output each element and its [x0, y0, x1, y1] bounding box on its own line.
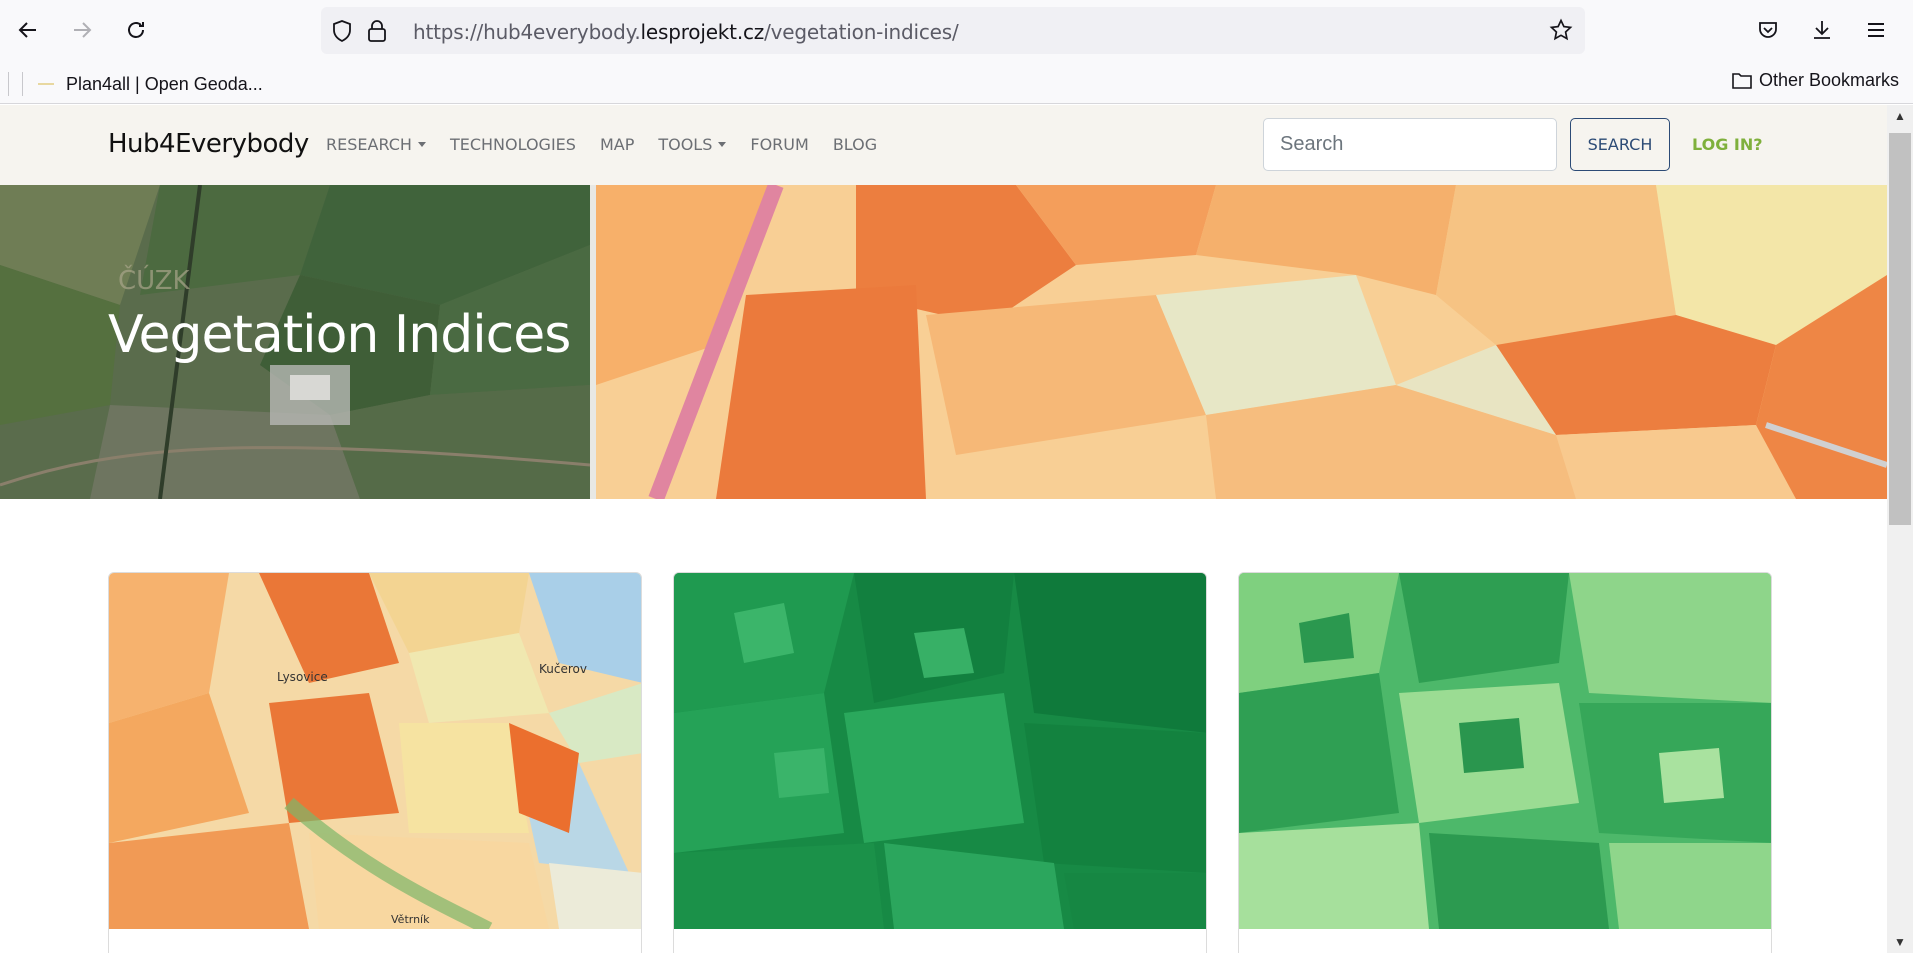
pocket-icon[interactable]: [1752, 14, 1784, 46]
url-host: lesprojekt.cz: [640, 20, 765, 44]
caret-down-icon: [417, 142, 426, 147]
nav-forum[interactable]: FORUM: [750, 135, 808, 154]
card-light-green-index[interactable]: [1238, 572, 1772, 953]
search-button[interactable]: SEARCH: [1570, 118, 1670, 171]
lock-icon[interactable]: [367, 19, 387, 48]
nav-tools[interactable]: TOOLS: [658, 135, 727, 154]
caret-down-icon: [718, 142, 727, 147]
address-bar[interactable]: https://hub4everybody.lesprojekt.cz/vege…: [321, 7, 1585, 54]
nav-technologies[interactable]: TECHNOLOGIES: [450, 135, 576, 154]
browser-toolbar: https://hub4everybody.lesprojekt.cz/vege…: [0, 0, 1913, 64]
back-arrow-icon[interactable]: [12, 14, 44, 46]
login-link[interactable]: LOG IN?: [1692, 135, 1763, 154]
reload-icon[interactable]: [120, 14, 152, 46]
folder-icon: [1732, 72, 1752, 89]
map-label-kucerov: Kučerov: [539, 662, 587, 676]
bookmark-plan4all[interactable]: Plan4all | Open Geoda...: [38, 72, 263, 96]
nav-research-label: RESEARCH: [326, 135, 412, 154]
forward-arrow-icon[interactable]: [66, 14, 98, 46]
url-path: /vegetation-indices/: [764, 20, 959, 44]
url-prefix: https://hub4everybody.: [413, 20, 641, 44]
card-image: Lysovice Kučerov Větrník: [109, 573, 641, 929]
other-bookmarks-label: Other Bookmarks: [1758, 70, 1899, 90]
hamburger-menu-icon[interactable]: [1860, 14, 1892, 46]
shield-icon[interactable]: [331, 19, 353, 48]
bookmark-star-icon[interactable]: [1549, 18, 1573, 47]
page-title: Vegetation Indices: [108, 305, 571, 365]
nav-map[interactable]: MAP: [600, 135, 634, 154]
scroll-up-arrow-icon[interactable]: ▲: [1894, 109, 1906, 123]
nav-research[interactable]: RESEARCH: [326, 135, 426, 154]
bookmark-separator: [22, 72, 23, 96]
url-text[interactable]: https://hub4everybody.lesprojekt.cz/vege…: [413, 20, 959, 44]
other-bookmarks[interactable]: Other Bookmarks: [1731, 70, 1899, 91]
card-image: [1239, 573, 1771, 929]
site-brand[interactable]: Hub4Everybody: [108, 129, 309, 159]
main-nav: RESEARCH TECHNOLOGIES MAP TOOLS FORUM BL…: [326, 135, 901, 154]
page-viewport: Hub4Everybody RESEARCH TECHNOLOGIES MAP …: [0, 105, 1887, 953]
site-search-input[interactable]: [1263, 118, 1557, 171]
nav-blog-label: BLOG: [832, 135, 878, 154]
nav-tools-label: TOOLS: [658, 135, 713, 154]
card-image: [674, 573, 1206, 929]
hero-index-map-image: [596, 185, 1887, 499]
hero-banner: ČÚZK Vegetation Indices: [0, 185, 1887, 499]
hero-watermark: ČÚZK: [118, 264, 191, 296]
site-navbar: Hub4Everybody RESEARCH TECHNOLOGIES MAP …: [0, 105, 1887, 185]
scroll-down-arrow-icon[interactable]: ▼: [1894, 935, 1906, 949]
card-vegetation-map[interactable]: Lysovice Kučerov Větrník: [108, 572, 642, 953]
bookmark-label: Plan4all | Open Geoda...: [66, 73, 263, 94]
scrollbar-thumb[interactable]: [1889, 133, 1911, 525]
nav-technologies-label: TECHNOLOGIES: [449, 135, 576, 154]
page-scrollbar[interactable]: ▲ ▼: [1887, 105, 1913, 953]
nav-forum-label: FORUM: [750, 135, 809, 154]
bookmark-favicon: [38, 83, 54, 85]
download-icon[interactable]: [1806, 14, 1838, 46]
nav-map-label: MAP: [599, 135, 635, 154]
nav-blog[interactable]: BLOG: [833, 135, 877, 154]
map-label-lysovice: Lysovice: [277, 670, 328, 684]
card-dark-green-index[interactable]: [673, 572, 1207, 953]
map-label-vetrnik: Větrník: [391, 913, 430, 926]
bookmark-separator: [8, 72, 9, 96]
bookmarks-bar: Plan4all | Open Geoda... Other Bookmarks: [0, 64, 1913, 104]
